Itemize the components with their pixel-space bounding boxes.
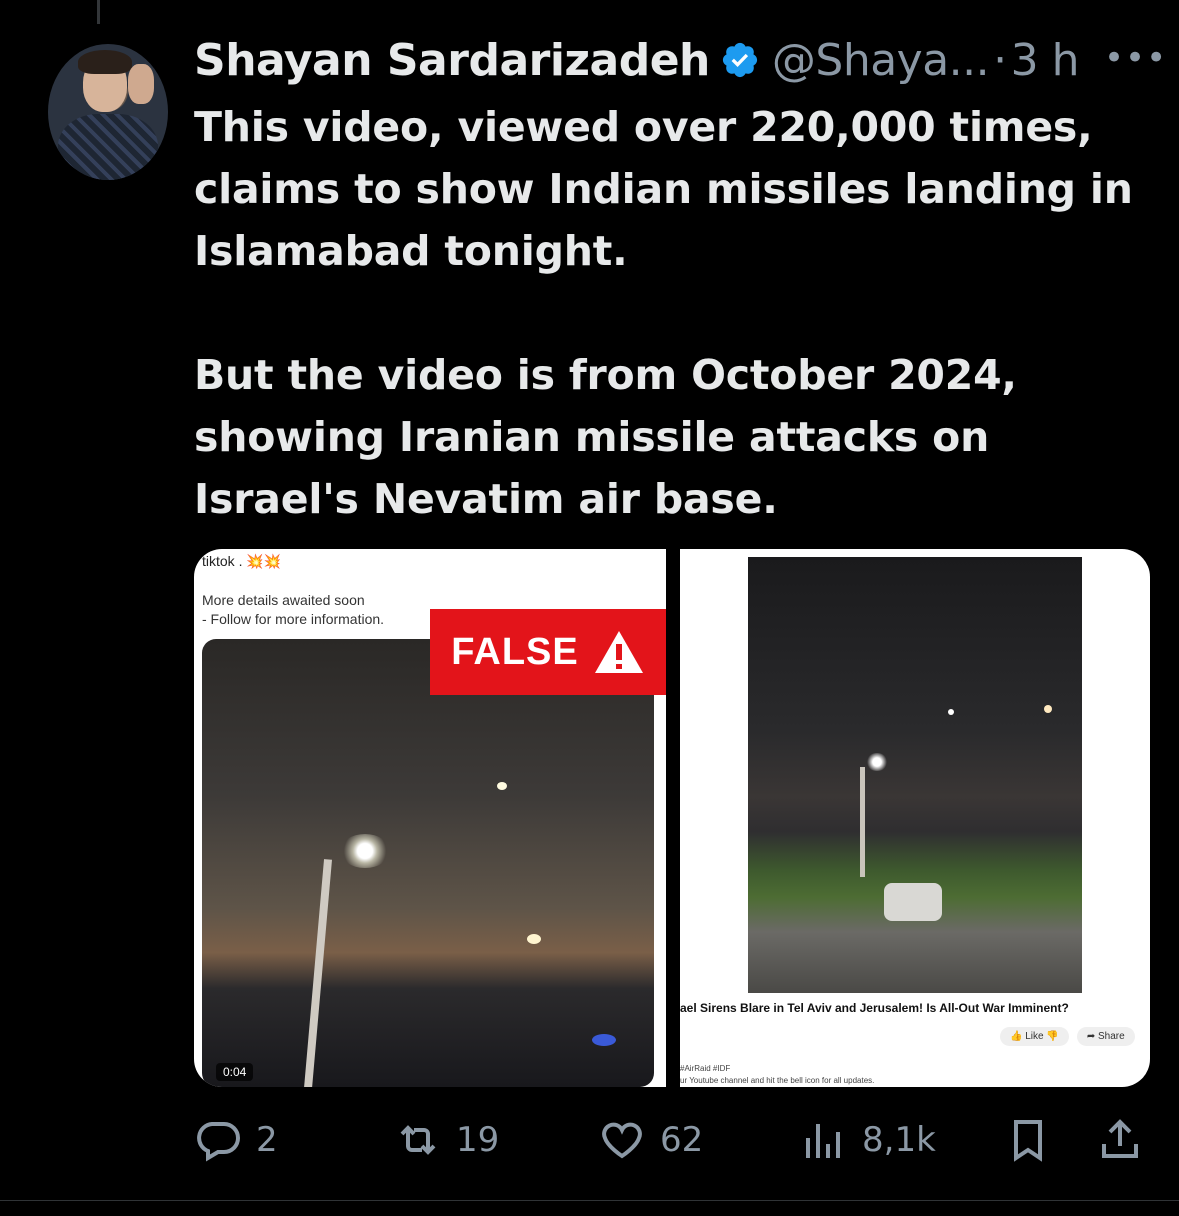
views-button[interactable]: 8,1k (800, 1112, 936, 1168)
tweet-timestamp[interactable]: 3 h (1011, 35, 1080, 86)
youtube-video-title: ael Sirens Blare in Tel Aviv and Jerusal… (680, 1001, 1069, 1015)
bookmark-icon (1014, 1120, 1042, 1162)
thumbs-down-icon: 👎 (1046, 1031, 1059, 1042)
video-frame-right (748, 557, 1082, 993)
repost-count: 19 (456, 1120, 500, 1160)
tiktok-source-text: tiktok . 💥💥 (202, 553, 282, 569)
parked-car (884, 883, 942, 921)
missile-light (1044, 705, 1052, 713)
reply-button[interactable]: 2 (194, 1112, 278, 1168)
false-label-badge: FALSE (430, 609, 666, 695)
separator-dot: · (993, 34, 1007, 86)
tweet-paragraph-1: This video, viewed over 220,000 times, c… (194, 103, 1133, 275)
author-name[interactable]: Shayan Sardarizadeh (194, 35, 710, 86)
media-image-right[interactable]: ael Sirens Blare in Tel Aviv and Jerusal… (680, 549, 1150, 1087)
tweet-text: This video, viewed over 220,000 times, c… (194, 96, 1154, 530)
tweet-divider (0, 1200, 1179, 1201)
like-label: Like (1025, 1031, 1044, 1042)
repost-icon (400, 1125, 436, 1155)
like-count: 62 (660, 1120, 704, 1160)
views-bar-chart-icon (806, 1124, 840, 1158)
youtube-actions: 👍 Like 👎 ➦ Share (1000, 1027, 1135, 1046)
desc-line-1: #AirRaid #IDF (680, 1064, 731, 1073)
street-light-pole (303, 859, 333, 1087)
reply-count: 2 (256, 1120, 278, 1160)
share-upload-icon (1102, 1119, 1138, 1158)
missile-light (948, 709, 954, 715)
like-button[interactable]: 62 (598, 1112, 703, 1168)
youtube-description: #AirRaid #IDF ur Youtube channel and hit… (680, 1063, 874, 1087)
views-count: 8,1k (862, 1120, 936, 1160)
warning-icon (594, 631, 643, 673)
youtube-like-button: 👍 Like 👎 (1000, 1027, 1069, 1046)
false-label-text: FALSE (451, 630, 579, 673)
tweet-action-bar: 2 19 62 8,1k (194, 1112, 1154, 1168)
media-image-left[interactable]: tiktok . 💥💥 More details awaited soon - … (194, 549, 666, 1087)
blue-light (592, 1034, 616, 1046)
verified-badge-icon (722, 42, 757, 78)
thread-connector-line (97, 0, 100, 24)
street-light-pole (860, 767, 865, 877)
details-line-1: More details awaited soon (202, 592, 365, 608)
share-arrow-icon: ➦ (1086, 1031, 1096, 1042)
avatar[interactable] (48, 44, 168, 180)
bookmark-button[interactable] (1004, 1112, 1052, 1168)
heart-icon (602, 1122, 642, 1159)
share-button[interactable] (1096, 1112, 1144, 1168)
details-line-2: - Follow for more information. (202, 611, 385, 627)
post-details-text: More details awaited soon - Follow for m… (202, 591, 384, 629)
author-handle[interactable]: @Shaya... (772, 35, 990, 86)
media-grid: tiktok . 💥💥 More details awaited soon - … (194, 549, 1150, 1087)
thumbs-up-icon: 👍 (1010, 1031, 1023, 1042)
desc-line-2: ur Youtube channel and hit the bell icon… (680, 1076, 875, 1085)
tweet-header: Shayan Sardarizadeh @Shaya... · 3 h (194, 32, 1080, 88)
video-frame-left: 0:04 (202, 639, 654, 1087)
street-light-glow (340, 834, 390, 868)
street-light-glow (866, 753, 888, 771)
repost-button[interactable]: 19 (394, 1112, 499, 1168)
missile-light (527, 934, 541, 944)
tweet-paragraph-2: But the video is from October 2024, show… (194, 351, 1017, 523)
share-label: Share (1098, 1031, 1125, 1042)
more-options-icon[interactable]: ••• (1104, 41, 1166, 75)
youtube-share-button: ➦ Share (1076, 1027, 1135, 1046)
reply-icon (197, 1122, 240, 1162)
video-duration: 0:04 (216, 1063, 254, 1081)
missile-light (497, 782, 507, 790)
